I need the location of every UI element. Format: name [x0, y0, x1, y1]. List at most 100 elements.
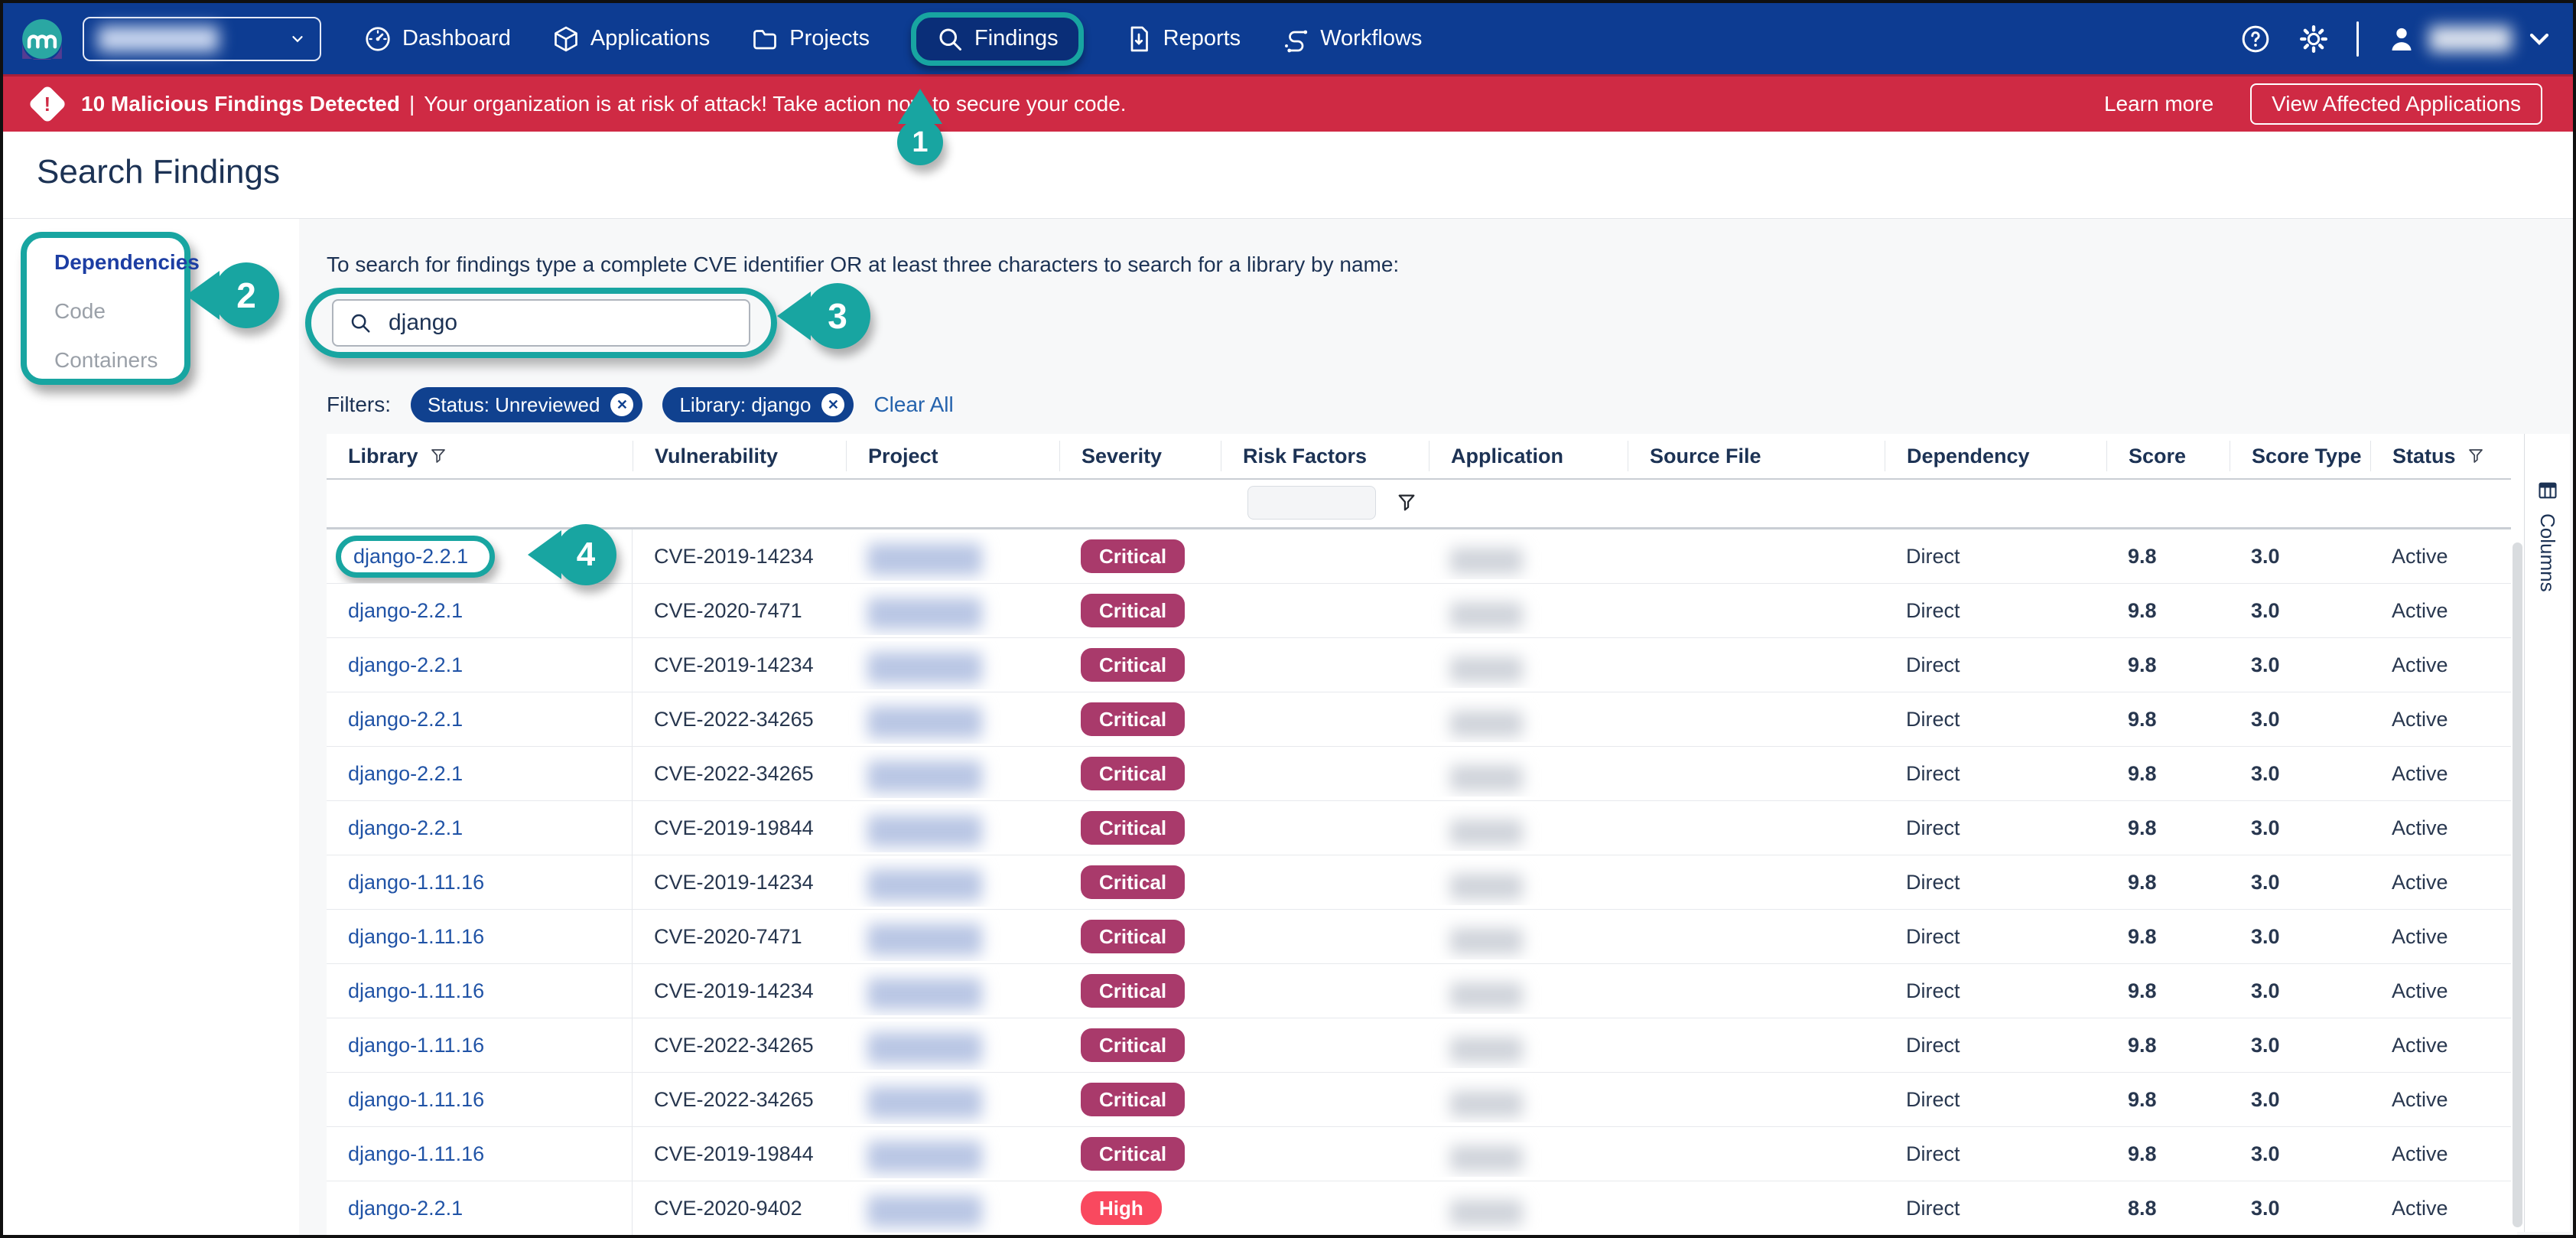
- library-link[interactable]: django-2.2.1: [348, 1197, 463, 1220]
- column-header-application[interactable]: Application: [1429, 441, 1628, 471]
- help-icon[interactable]: [2240, 24, 2271, 54]
- nav-label: Applications: [590, 26, 710, 51]
- table-scrollbar-thumb[interactable]: [2513, 542, 2522, 1227]
- clear-all-link[interactable]: Clear All: [873, 393, 953, 417]
- library-link[interactable]: django-1.11.16: [348, 1088, 484, 1111]
- severity-badge: Critical: [1081, 1028, 1185, 1062]
- table-row[interactable]: django-2.2.1 CVE-2019-14234 Critical Dir…: [327, 529, 2517, 584]
- banner-headline: 10 Malicious Findings Detected: [81, 92, 400, 116]
- blurred-application-name: [1450, 711, 1523, 737]
- table-row[interactable]: django-1.11.16 CVE-2019-14234 Critical D…: [327, 964, 2517, 1018]
- sidebar-item-containers[interactable]: Containers: [54, 348, 184, 373]
- remove-filter-icon[interactable]: ✕: [610, 393, 633, 416]
- severity-cell: Critical: [1059, 539, 1221, 573]
- library-link[interactable]: django-1.11.16: [348, 925, 484, 948]
- blurred-application-name: [1450, 1091, 1523, 1117]
- org-selector-dropdown[interactable]: [83, 17, 321, 61]
- column-header-status[interactable]: Status: [2370, 441, 2517, 471]
- nav-item-reports[interactable]: Reports: [1125, 25, 1241, 53]
- library-link[interactable]: django-1.11.16: [348, 871, 484, 894]
- dependency-cell: Direct: [1885, 1197, 2106, 1220]
- library-link[interactable]: django-1.11.16: [348, 1034, 484, 1057]
- severity-cell: Critical: [1059, 648, 1221, 682]
- risk-factors-filter-input[interactable]: [1247, 486, 1376, 520]
- sidebar-item-dependencies[interactable]: Dependencies: [54, 250, 184, 275]
- library-cell: django-1.11.16: [327, 1018, 633, 1072]
- top-nav-right: [2240, 21, 2555, 57]
- view-affected-applications-button[interactable]: View Affected Applications: [2250, 83, 2542, 125]
- findings-search-box[interactable]: [332, 299, 750, 347]
- score-type-cell: 3.0: [2230, 599, 2370, 623]
- remove-filter-icon[interactable]: ✕: [821, 393, 844, 416]
- nav-item-projects[interactable]: Projects: [751, 25, 870, 53]
- column-header-source-file[interactable]: Source File: [1628, 441, 1885, 471]
- filter-funnel-icon[interactable]: [1396, 492, 1417, 513]
- library-link[interactable]: django-1.11.16: [348, 979, 484, 1002]
- table-row[interactable]: django-1.11.16 CVE-2019-14234 Critical D…: [327, 855, 2517, 910]
- learn-more-link[interactable]: Learn more: [2104, 92, 2213, 116]
- dependency-cell: Direct: [1885, 979, 2106, 1003]
- project-cell: [846, 1184, 1059, 1233]
- score-cell: 9.8: [2106, 599, 2230, 623]
- severity-badge: Critical: [1081, 1137, 1185, 1171]
- applications-cube-icon: [552, 25, 580, 53]
- status-cell: Active: [2370, 979, 2517, 1003]
- library-link[interactable]: django-2.2.1: [348, 762, 463, 785]
- top-nav-bar: Dashboard Applications Projects: [3, 3, 2573, 74]
- user-menu[interactable]: [2386, 24, 2555, 54]
- filter-funnel-icon[interactable]: [2467, 447, 2485, 465]
- blurred-application-name: [1450, 765, 1523, 791]
- library-cell: django-2.2.1: [327, 801, 633, 855]
- column-header-library[interactable]: Library: [327, 441, 633, 471]
- columns-panel-toggle[interactable]: Columns: [2524, 434, 2570, 1232]
- severity-badge: Critical: [1081, 811, 1185, 845]
- search-input[interactable]: [387, 309, 733, 337]
- library-link[interactable]: django-2.2.1: [348, 599, 463, 622]
- library-link[interactable]: django-2.2.1: [348, 708, 463, 731]
- column-header-vulnerability[interactable]: Vulnerability: [633, 441, 846, 471]
- column-header-severity[interactable]: Severity: [1059, 441, 1221, 471]
- library-link[interactable]: django-2.2.1: [348, 816, 463, 839]
- table-row[interactable]: django-2.2.1 CVE-2019-14234 Critical Dir…: [327, 638, 2517, 692]
- column-header-score-type[interactable]: Score Type: [2230, 441, 2370, 471]
- table-row[interactable]: django-1.11.16 CVE-2020-7471 Critical Di…: [327, 910, 2517, 964]
- banner-message: Your organization is at risk of attack! …: [424, 92, 1126, 116]
- filter-funnel-icon[interactable]: [429, 447, 447, 465]
- sidebar-item-code[interactable]: Code: [54, 299, 184, 324]
- library-cell: django-1.11.16: [327, 964, 633, 1018]
- table-row[interactable]: django-2.2.1 CVE-2019-19844 Critical Dir…: [327, 801, 2517, 855]
- library-link[interactable]: django-2.2.1: [348, 653, 463, 676]
- column-header-risk-factors[interactable]: Risk Factors: [1221, 441, 1429, 471]
- table-row[interactable]: django-1.11.16 CVE-2019-19844 Critical D…: [327, 1127, 2517, 1181]
- column-header-project[interactable]: Project: [846, 441, 1059, 471]
- library-link[interactable]: django-1.11.16: [348, 1142, 484, 1165]
- table-row[interactable]: django-1.11.16 CVE-2022-34265 Critical D…: [327, 1073, 2517, 1127]
- library-cell: django-1.11.16: [327, 1127, 633, 1181]
- blurred-application-name: [1450, 874, 1523, 900]
- library-link[interactable]: django-2.2.1: [353, 545, 468, 568]
- table-row[interactable]: django-2.2.1 CVE-2022-34265 Critical Dir…: [327, 692, 2517, 747]
- table-row[interactable]: django-1.11.16 CVE-2022-34265 Critical D…: [327, 1018, 2517, 1073]
- column-header-score[interactable]: Score: [2106, 441, 2230, 471]
- nav-item-findings[interactable]: Findings: [911, 12, 1084, 66]
- settings-gear-icon[interactable]: [2298, 24, 2329, 54]
- score-type-cell: 3.0: [2230, 816, 2370, 840]
- project-cell: [846, 1021, 1059, 1070]
- table-row[interactable]: django-2.2.1 CVE-2020-7471 Critical Dire…: [327, 584, 2517, 638]
- severity-cell: Critical: [1059, 811, 1221, 845]
- blurred-application-name: [1450, 656, 1523, 683]
- blurred-project-name: [867, 598, 982, 630]
- application-cell: [1429, 1023, 1628, 1068]
- nav-item-applications[interactable]: Applications: [552, 25, 710, 53]
- status-cell: Active: [2370, 925, 2517, 949]
- column-header-dependency[interactable]: Dependency: [1885, 441, 2106, 471]
- table-row[interactable]: django-2.2.1 CVE-2020-9402 High Direct 8…: [327, 1181, 2517, 1236]
- nav-item-dashboard[interactable]: Dashboard: [364, 25, 511, 53]
- vulnerability-cell: CVE-2020-7471: [633, 925, 846, 949]
- nav-item-workflows[interactable]: Workflows: [1282, 25, 1422, 53]
- project-cell: [846, 1130, 1059, 1178]
- score-type-cell: 3.0: [2230, 708, 2370, 731]
- library-cell: django-2.2.1: [327, 1181, 633, 1235]
- table-row[interactable]: django-2.2.1 CVE-2022-34265 Critical Dir…: [327, 747, 2517, 801]
- blurred-application-name: [1450, 1037, 1523, 1063]
